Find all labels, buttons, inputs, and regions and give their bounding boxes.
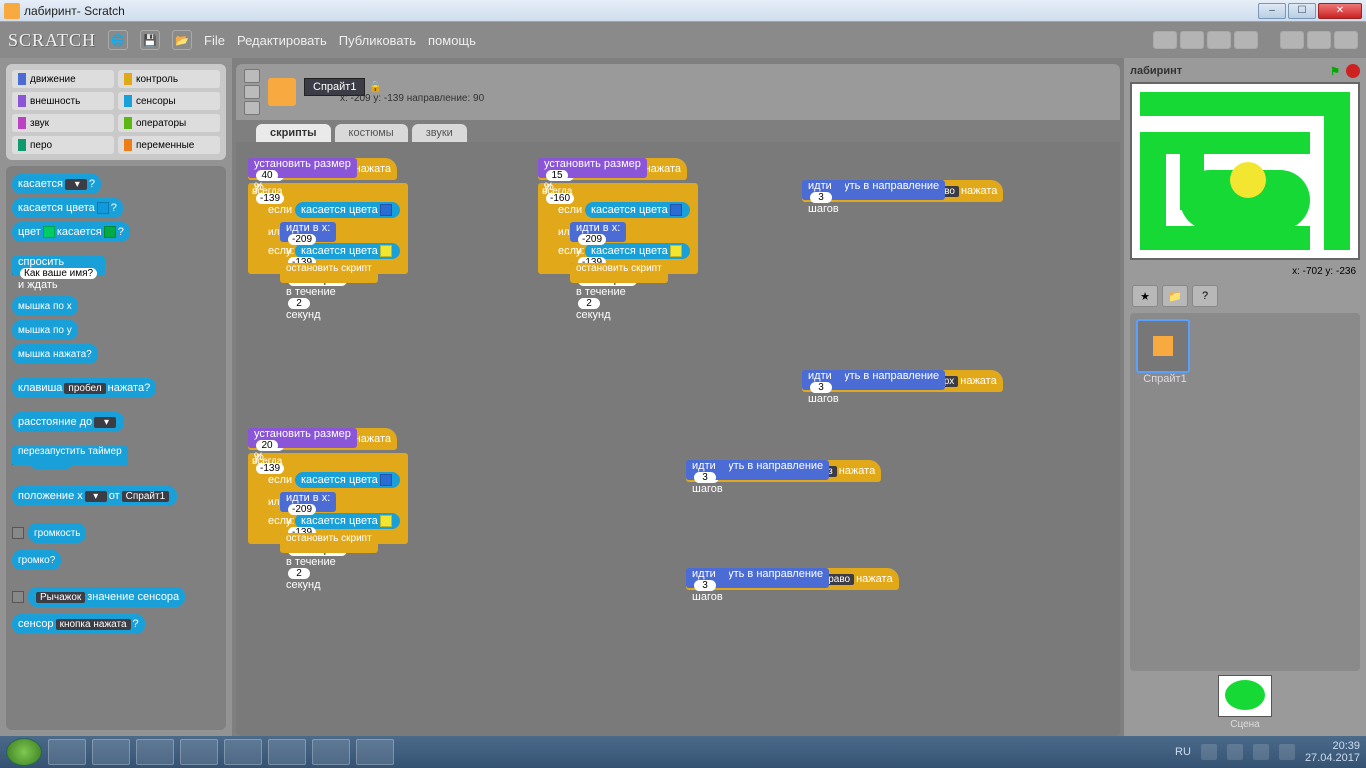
tool-stamp-icon[interactable] bbox=[1153, 31, 1177, 49]
window-title: лабиринт- Scratch bbox=[24, 4, 1258, 18]
block-position-of[interactable]: положение x▾отСпрайт1 bbox=[12, 486, 177, 506]
taskbar-app[interactable] bbox=[312, 739, 350, 765]
taskbar-app[interactable] bbox=[92, 739, 130, 765]
monitor-checkbox[interactable] bbox=[12, 527, 24, 539]
tool-cut-icon[interactable] bbox=[1180, 31, 1204, 49]
block-palette: касается ▾? касается цвета? цветкасается… bbox=[6, 166, 226, 730]
save-icon[interactable]: 💾 bbox=[140, 30, 160, 50]
windows-taskbar: RU 20:39 27.04.2017 bbox=[0, 736, 1366, 768]
menu-help[interactable]: помощь bbox=[428, 33, 476, 48]
category-grid: движениеконтрольвнешностьсенсорызвукопер… bbox=[6, 64, 226, 160]
category-перо[interactable]: перо bbox=[12, 136, 114, 154]
view-small-icon[interactable] bbox=[1280, 31, 1304, 49]
category-движение[interactable]: движение bbox=[12, 70, 114, 88]
category-операторы[interactable]: операторы bbox=[118, 114, 220, 132]
block-ask[interactable]: спроситьКак ваше имя?и ждать bbox=[12, 256, 105, 276]
block-loudness[interactable]: громкость bbox=[28, 523, 86, 543]
stage-mouse-coords: x: -702 y: -236 bbox=[1130, 264, 1360, 279]
taskbar-app[interactable] bbox=[268, 739, 306, 765]
sprite-thumb[interactable]: Спрайт1 bbox=[1136, 319, 1194, 385]
block-mouse-y[interactable]: мышка по y bbox=[12, 320, 78, 340]
stage-column: лабиринт ⚑ x: -702 y: -236 ★ bbox=[1124, 58, 1366, 736]
globe-icon[interactable]: 🌐 bbox=[108, 30, 128, 50]
start-button[interactable] bbox=[6, 738, 42, 766]
maze-drawing bbox=[1140, 92, 1350, 250]
category-звук[interactable]: звук bbox=[12, 114, 114, 132]
menu-publish[interactable]: Публиковать bbox=[339, 33, 416, 48]
taskbar-app[interactable] bbox=[48, 739, 86, 765]
palette-column: движениеконтрольвнешностьсенсорызвукопер… bbox=[0, 58, 232, 736]
stage-thumb[interactable]: Сцена bbox=[1130, 675, 1360, 730]
sprite-header: Спрайт1 🔒 x: -209 y: -139 направление: 9… bbox=[236, 64, 1120, 120]
sprite-list: Спрайт1 bbox=[1130, 313, 1360, 671]
close-button[interactable]: ✕ bbox=[1318, 3, 1362, 19]
block-color-touching[interactable]: цветкасается? bbox=[12, 222, 130, 242]
block-sensor-bool[interactable]: сенсоркнопка нажата? bbox=[12, 614, 145, 634]
menu-file[interactable]: File bbox=[204, 33, 225, 48]
block-reset-timer[interactable]: перезапустить таймер bbox=[12, 446, 128, 466]
minimize-button[interactable]: – bbox=[1258, 3, 1286, 19]
block-key-pressed[interactable]: клавишапробелнажата? bbox=[12, 378, 156, 398]
open-icon[interactable]: 📂 bbox=[172, 30, 192, 50]
app-toolbar: SCRATCH 🌐 💾 📂 File Редактировать Публико… bbox=[0, 22, 1366, 58]
block-sensor-value[interactable]: Рычажокзначение сенсора bbox=[28, 587, 185, 607]
taskbar-app[interactable] bbox=[180, 739, 218, 765]
category-внешность[interactable]: внешность bbox=[12, 92, 114, 110]
window-titlebar: лабиринт- Scratch – ☐ ✕ bbox=[0, 0, 1366, 22]
tray-icon[interactable] bbox=[1201, 744, 1217, 760]
block-mouse-down[interactable]: мышка нажата? bbox=[12, 344, 98, 364]
lock-icon[interactable]: 🔒 bbox=[369, 81, 383, 93]
block-distance-to[interactable]: расстояние до ▾ bbox=[12, 412, 124, 432]
script-stack[interactable]: когда клавиша2нажата идти в x:-209y:-139… bbox=[248, 426, 408, 545]
maximize-button[interactable]: ☐ bbox=[1288, 3, 1316, 19]
rotate-style-button[interactable] bbox=[244, 69, 260, 83]
tool-grow-icon[interactable] bbox=[1207, 31, 1231, 49]
green-flag-icon[interactable]: ⚑ bbox=[1330, 65, 1340, 78]
new-sprite-file-icon[interactable]: 📁 bbox=[1162, 285, 1188, 307]
tool-shrink-icon[interactable] bbox=[1234, 31, 1258, 49]
block-mouse-x[interactable]: мышка по x bbox=[12, 296, 78, 316]
tab-sounds[interactable]: звуки bbox=[412, 124, 467, 142]
script-stack[interactable]: когда клавишастрелка внизнажата повернут… bbox=[686, 458, 881, 484]
script-stack[interactable]: когда клавиша3нажата идти в x:-219y:-160… bbox=[538, 156, 698, 275]
tray-time: 20:39 bbox=[1305, 740, 1360, 752]
view-present-icon[interactable] bbox=[1334, 31, 1358, 49]
tray-icon[interactable] bbox=[1279, 744, 1295, 760]
monitor-checkbox[interactable] bbox=[12, 591, 24, 603]
scripts-canvas[interactable]: когда клавиша1нажата идти в x:-209y:-139… bbox=[236, 142, 1120, 736]
tab-scripts[interactable]: скрипты bbox=[256, 124, 331, 142]
new-sprite-paint-icon[interactable]: ★ bbox=[1132, 285, 1158, 307]
tab-costumes[interactable]: костюмы bbox=[335, 124, 408, 142]
scratch-logo: SCRATCH bbox=[8, 30, 96, 51]
view-large-icon[interactable] bbox=[1307, 31, 1331, 49]
stage-view[interactable] bbox=[1130, 82, 1360, 260]
new-sprite-surprise-icon[interactable]: ? bbox=[1192, 285, 1218, 307]
block-loud[interactable]: громко? bbox=[12, 550, 61, 570]
tray-icon[interactable] bbox=[1253, 744, 1269, 760]
category-переменные[interactable]: переменные bbox=[118, 136, 220, 154]
taskbar-app[interactable] bbox=[356, 739, 394, 765]
script-stack[interactable]: когда клавиша1нажата идти в x:-209y:-139… bbox=[248, 156, 408, 275]
taskbar-app[interactable] bbox=[224, 739, 262, 765]
stop-icon[interactable] bbox=[1346, 64, 1360, 78]
script-stack[interactable]: когда клавишастрелка вверхнажата поверну… bbox=[802, 368, 1003, 394]
sprite-coords: x: -209 y: -139 направление: 90 bbox=[340, 93, 484, 104]
script-stack[interactable]: когда клавишастрелка направонажата повер… bbox=[686, 566, 899, 592]
app-icon bbox=[4, 3, 20, 19]
category-сенсоры[interactable]: сенсоры bbox=[118, 92, 220, 110]
tray-date: 27.04.2017 bbox=[1305, 752, 1360, 764]
block-touching-color[interactable]: касается цвета? bbox=[12, 198, 123, 218]
category-контроль[interactable]: контроль bbox=[118, 70, 220, 88]
taskbar-app[interactable] bbox=[136, 739, 174, 765]
project-title: лабиринт bbox=[1130, 65, 1324, 77]
tray-icon[interactable] bbox=[1227, 744, 1243, 760]
block-touching[interactable]: касается ▾? bbox=[12, 174, 101, 194]
rotate-style-button[interactable] bbox=[244, 85, 260, 99]
script-stack[interactable]: когда клавишастрелка влевонажата поверну… bbox=[802, 178, 1003, 204]
rotate-style-button[interactable] bbox=[244, 101, 260, 115]
sprite-thumbnail-icon bbox=[268, 78, 296, 106]
tray-lang[interactable]: RU bbox=[1175, 746, 1191, 758]
menu-edit[interactable]: Редактировать bbox=[237, 33, 327, 48]
